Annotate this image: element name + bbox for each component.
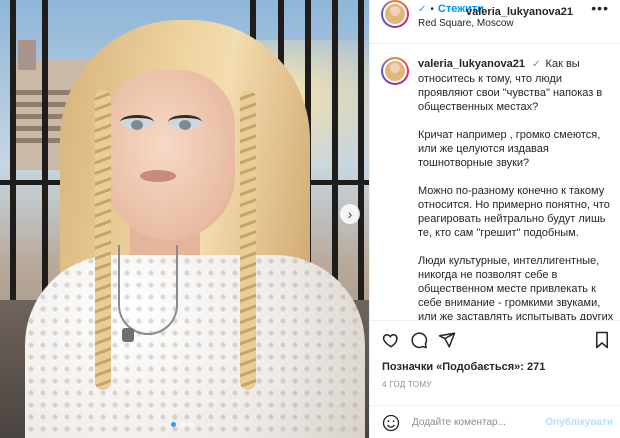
carousel-indicator xyxy=(171,422,194,427)
heart-icon xyxy=(382,333,398,348)
railing-bar xyxy=(358,0,364,330)
necklace xyxy=(118,245,178,335)
comment-button[interactable] xyxy=(408,329,430,351)
pendant xyxy=(122,328,134,342)
braid-left xyxy=(95,90,111,390)
post-photo[interactable]: › xyxy=(0,0,369,438)
face xyxy=(105,70,235,240)
share-button[interactable] xyxy=(436,329,458,351)
caption-paragraph: Кричат например , громко смеются, или же… xyxy=(418,129,601,169)
caption-area: valeria_lukyanova21 ✓ Как вы относитесь … xyxy=(370,45,620,320)
post-timestamp[interactable]: 4 ГОД ТОМУ xyxy=(382,380,432,389)
emoji-icon xyxy=(382,414,400,432)
chevron-right-icon: › xyxy=(347,206,353,222)
lips xyxy=(140,170,176,182)
railing-bar xyxy=(10,0,16,330)
post-actions xyxy=(370,320,620,360)
post-caption: valeria_lukyanova21 ✓ Как вы относитесь … xyxy=(418,57,614,320)
carousel-dot xyxy=(189,422,194,427)
verified-badge-icon: ✓ xyxy=(532,59,541,70)
left-eye xyxy=(120,115,154,130)
carousel-dot xyxy=(171,422,176,427)
comment-bar: Опублікувати xyxy=(370,405,620,438)
comment-input[interactable] xyxy=(412,413,542,431)
save-button[interactable] xyxy=(591,329,613,351)
post-side-panel: valeria_lukyanova21 ✓ • Стежити Red Squa… xyxy=(369,0,620,438)
publish-button[interactable]: Опублікувати xyxy=(545,417,613,428)
bookmark-icon xyxy=(596,331,608,349)
likes-count[interactable]: Позначки «Подобається»: 271 xyxy=(382,361,545,373)
separator-dot: • xyxy=(430,3,434,15)
caption-paragraph: Люди культурные, интеллигентные, никогда… xyxy=(418,255,614,320)
railing-bar xyxy=(42,0,48,330)
avatar[interactable] xyxy=(381,0,409,28)
building-spire xyxy=(18,40,36,70)
share-icon xyxy=(438,332,456,348)
avatar[interactable] xyxy=(381,57,409,85)
lace-pattern xyxy=(25,255,365,438)
more-options-icon[interactable]: ••• xyxy=(591,0,609,16)
braid-right xyxy=(240,90,256,390)
verified-badge-icon: ✓ xyxy=(418,3,427,15)
like-button[interactable] xyxy=(380,329,402,351)
carousel-next-button[interactable]: › xyxy=(340,204,360,224)
caption-username[interactable]: valeria_lukyanova21 xyxy=(418,58,525,70)
emoji-button[interactable] xyxy=(382,414,400,437)
caption-paragraph: Можно по-разному конечно к такому относи… xyxy=(418,185,610,239)
post-header: valeria_lukyanova21 ✓ • Стежити Red Squa… xyxy=(370,0,620,44)
carousel-dot xyxy=(180,422,185,427)
comment-icon xyxy=(411,332,428,349)
right-eye xyxy=(168,115,202,130)
author-username[interactable]: valeria_lukyanova21 xyxy=(466,6,573,18)
post-location[interactable]: Red Square, Moscow xyxy=(418,18,514,29)
